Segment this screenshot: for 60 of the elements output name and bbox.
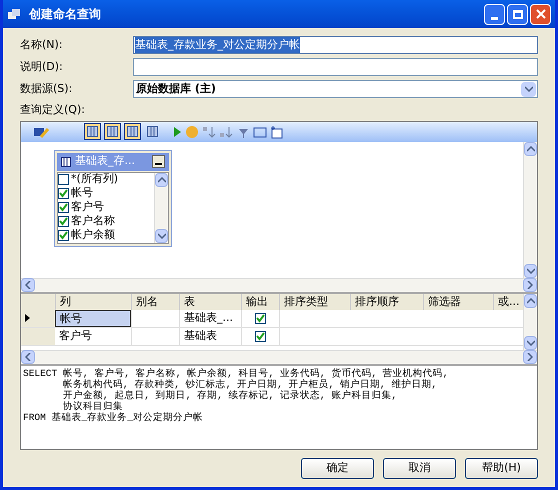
column-checkbox[interactable] <box>58 174 69 185</box>
column-header[interactable]: 表 <box>179 294 241 310</box>
query-definition-label: 查询定义(Q): <box>20 102 86 118</box>
dialog-button[interactable]: 确定 <box>301 458 374 479</box>
vertical-scrollbar[interactable] <box>523 294 537 350</box>
text-field[interactable]: 基础表_存款业务_对公定期分户帐 <box>133 36 538 54</box>
table-window-title: 基础表_存... <box>75 153 136 170</box>
data-source-dropdown[interactable]: 原始数据库 (主) <box>133 80 538 98</box>
field-label: 说明(D): <box>20 58 64 75</box>
field-label: 数据源(S): <box>20 80 74 97</box>
column-name: 帐户余额 <box>71 227 115 244</box>
output-checkbox[interactable] <box>255 312 266 324</box>
column-checkbox[interactable] <box>58 188 69 199</box>
output-checkbox[interactable] <box>255 330 266 342</box>
close-button[interactable] <box>530 4 551 24</box>
table-cell: 基础表 <box>179 328 241 344</box>
column-header[interactable]: 别名 <box>131 294 179 310</box>
column-header[interactable]: 排序类型 <box>279 294 350 310</box>
maximize-icon <box>512 10 522 18</box>
add-table-icon[interactable] <box>270 124 284 138</box>
column-checkbox[interactable] <box>58 202 69 213</box>
sql-pane-icon[interactable] <box>124 123 141 140</box>
maximize-button[interactable] <box>507 4 528 24</box>
field-label: 名称(N): <box>20 36 64 53</box>
table-window[interactable]: 基础表_存... *(所有列) 帐号 客户号 客户名称 帐户余额 <box>54 150 172 246</box>
column-header[interactable]: 输出 <box>241 294 279 310</box>
minimize-button[interactable] <box>152 155 165 168</box>
sort-ascending-icon[interactable] <box>202 124 216 138</box>
x-icon <box>536 9 546 19</box>
horizontal-scrollbar[interactable] <box>21 278 537 292</box>
dialog-button[interactable]: 取消 <box>383 458 456 479</box>
grid-pane-icon[interactable] <box>104 123 121 140</box>
minimize-icon <box>155 163 162 165</box>
table-cell[interactable]: 帐号 <box>55 310 131 326</box>
sql-pane[interactable]: SELECT 帐号, 客户号, 客户名称, 帐户余额, 科目号, 业务代码, 货币代码, 营业机构代码, 帐务机构代码, 存款种类, 钞汇标志, 开户日期, 开户柜员, 销户日期, 维护日期, 开户金额, 起息日, 到期日, 存期, 续存标记, 记录状态, 账户科目归集, 协议科目归集 FROM 基础表_存款业务_对公定期分户帐 <box>21 364 537 449</box>
column-checkbox[interactable] <box>58 230 69 241</box>
text-field[interactable] <box>133 58 538 76</box>
column-name: 客户名称 <box>71 213 115 228</box>
sort-descending-icon[interactable] <box>219 124 233 138</box>
list-scrollbar[interactable] <box>154 172 168 242</box>
window-icon <box>7 8 21 20</box>
row-pointer-icon <box>25 314 30 322</box>
column-name: *(所有列) <box>71 171 118 187</box>
column-header[interactable]: 筛选器 <box>423 294 493 310</box>
vertical-scrollbar[interactable] <box>523 142 537 278</box>
table-cell[interactable]: 客户号 <box>55 328 131 344</box>
horizontal-scrollbar[interactable] <box>21 350 537 364</box>
table-cell: 基础表_... <box>179 310 241 326</box>
row-selector[interactable] <box>21 310 55 326</box>
column-header[interactable]: 排序顺序 <box>350 294 423 310</box>
minimize-icon <box>491 16 498 20</box>
column-name: 客户号 <box>71 199 104 214</box>
dialog-button[interactable]: 帮助(H) <box>465 458 538 479</box>
column-checkbox[interactable] <box>58 216 69 227</box>
table-icon <box>61 156 71 166</box>
column-name: 帐号 <box>71 185 93 200</box>
results-pane-icon[interactable] <box>144 123 161 140</box>
window-title: 创建命名查询 <box>29 6 101 23</box>
run-icon[interactable] <box>172 126 182 138</box>
diagram-pane-icon[interactable] <box>84 123 101 140</box>
